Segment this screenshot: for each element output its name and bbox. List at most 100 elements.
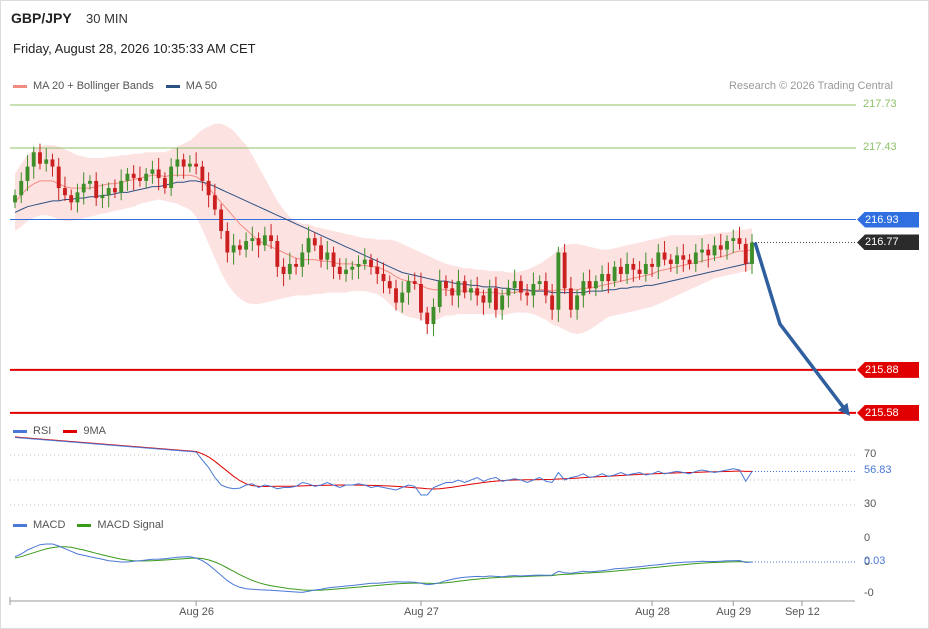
candle-body [69,195,74,203]
candle-body [331,252,336,267]
candle-body [31,152,36,167]
candle-body [437,281,442,307]
candle-body [450,288,455,296]
bollinger-band [15,123,752,335]
macd-tick: 0 [864,532,871,545]
candle-body [125,173,130,181]
candle-body [169,166,174,189]
candle-body [431,306,436,325]
candle-body [581,281,586,296]
candle-body [294,263,298,267]
candle-body [575,295,580,310]
candle-body [481,295,486,303]
candle-body [562,252,567,289]
chart-canvas[interactable] [0,0,929,629]
candle-body [237,245,242,250]
candle-body [269,235,274,242]
level-tag-215.88: 215.88 [857,361,919,378]
candle-body [518,281,523,293]
candle-body [687,259,692,264]
candle-body [475,288,480,296]
candle-body [650,263,655,267]
candle-body [531,283,536,296]
candle-body [38,152,42,164]
candle-body [606,273,611,282]
candle-body [419,283,423,313]
candle-body [487,288,492,303]
candle-body [712,245,717,256]
candle-body [94,180,99,199]
candle-body [725,241,729,250]
candle-body [44,159,49,164]
candle-body [618,266,623,274]
candle-body [700,249,704,253]
candle-body [75,192,80,203]
x-tick-label-aug-28: Aug 28 [635,606,670,618]
candle-body [662,252,667,260]
candle-body [631,263,636,270]
candle-body [400,292,405,303]
candle-body [187,163,192,167]
candle-body [500,295,505,310]
candle-body [537,281,542,284]
candle-body [406,281,411,293]
candle-body [731,238,736,242]
candle-body [100,195,105,199]
candle-body [587,281,592,289]
candle-body [362,259,367,264]
candle-body [137,178,142,181]
candle-body [200,166,205,181]
candle-body [568,288,573,310]
candle-body [456,281,461,296]
candle-body [387,281,392,289]
candle-body [81,183,86,193]
candle-body [50,159,55,167]
candle-body [300,252,305,267]
x-tick-label-aug-29: Aug 29 [716,606,752,618]
candle-body [737,238,742,244]
x-tick-label-sep-12: Sep 12 [784,606,820,618]
candle-body [625,263,630,274]
level-label-217.43: 217.43 [863,140,897,153]
candle-body [512,281,517,289]
rsi-9ma-line [14,436,752,490]
candle-body [469,288,473,293]
candle-body [325,252,330,260]
candle-body [312,238,317,246]
candle-body [550,295,555,310]
candle-body [344,269,348,274]
candle-body [643,263,648,274]
rsi-last-value: 56.83 [864,464,892,477]
candle-body [181,159,186,167]
candle-body [375,266,380,274]
projection-arrow [753,241,849,414]
candle-body [306,238,311,253]
candle-body [556,252,561,310]
candle-body [244,241,249,250]
candle-body [206,180,211,196]
level-tag-216.93: 216.93 [857,211,919,228]
candle-body [706,249,711,256]
candle-body [56,166,61,189]
candle-body [156,169,161,179]
candle-body [381,273,386,282]
candle-body [412,281,417,284]
candle-body [718,245,723,250]
candle-body [668,259,673,264]
candle-body [144,173,149,181]
candle-body [525,292,530,296]
level-label-217.73: 217.73 [863,98,897,111]
candle-body [350,266,355,270]
candle-body [543,281,548,296]
macd-tick: -0 [864,587,874,599]
x-tick-label-aug-27: Aug 27 [403,606,439,618]
candle-body [231,245,236,253]
candle-body [394,288,398,303]
candle-body [106,188,111,196]
candle-body [600,273,605,282]
rsi-tick-30: 30 [864,498,877,510]
candle-body [637,269,642,274]
candle-body [119,180,124,193]
candle-body [675,255,679,264]
candle-body [25,166,30,181]
